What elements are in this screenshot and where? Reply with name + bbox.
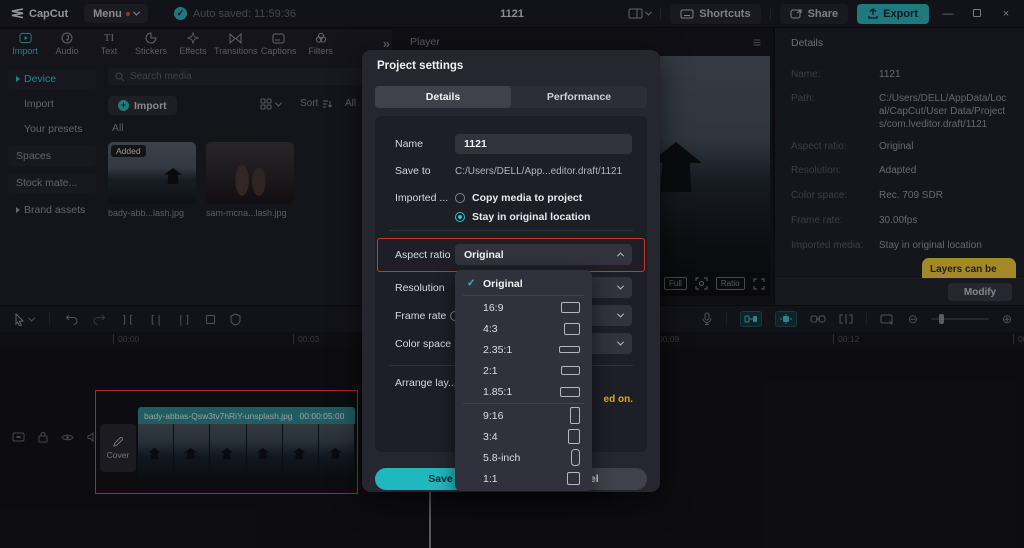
aspect-ratio-select[interactable]: Original bbox=[455, 244, 632, 265]
aspect-option-original[interactable]: ✓ Original bbox=[455, 273, 592, 294]
dialog-title: Project settings bbox=[377, 60, 463, 72]
save-to-value: C:/Users/DELL/App...editor.draft/1121 bbox=[455, 166, 622, 177]
radio-copy-label: Copy media to project bbox=[472, 192, 582, 204]
option-label: 4:3 bbox=[483, 323, 498, 335]
project-name-input[interactable] bbox=[455, 134, 632, 154]
ratio-4-3-icon bbox=[564, 323, 580, 335]
option-label: 2:1 bbox=[483, 365, 498, 377]
imported-label: Imported ... bbox=[395, 192, 448, 204]
check-icon: ✓ bbox=[467, 278, 483, 289]
name-label: Name bbox=[395, 138, 423, 150]
aspect-option-5-8-inch[interactable]: 5.8-inch bbox=[455, 447, 592, 468]
ratio-1-1-icon bbox=[567, 472, 580, 485]
radio-unselected-icon bbox=[455, 193, 465, 203]
aspect-ratio-label: Aspect ratio bbox=[395, 249, 450, 261]
aspect-option-4-3[interactable]: 4:3 bbox=[455, 318, 592, 339]
ratio-5-8-inch-icon bbox=[571, 449, 580, 466]
ratio-3-4-icon bbox=[568, 429, 580, 444]
aspect-ratio-dropdown: ✓ Original 16:9 4:3 2.35:1 2:1 1.85:1 9:… bbox=[455, 270, 592, 491]
tab-performance[interactable]: Performance bbox=[511, 86, 647, 108]
divider bbox=[463, 295, 584, 296]
aspect-option-3-4[interactable]: 3:4 bbox=[455, 426, 592, 447]
ratio-2-1-icon bbox=[561, 366, 580, 375]
option-label: 16:9 bbox=[483, 302, 503, 314]
chevron-down-icon bbox=[617, 283, 624, 290]
tab-details[interactable]: Details bbox=[375, 86, 511, 108]
free-layer-warning: ed on. bbox=[604, 394, 633, 405]
chevron-down-icon bbox=[617, 311, 624, 318]
resolution-label: Resolution bbox=[395, 282, 445, 294]
radio-stay-label: Stay in original location bbox=[472, 211, 590, 223]
ratio-9-16-icon bbox=[570, 407, 580, 424]
option-label: 9:16 bbox=[483, 410, 503, 422]
radio-copy-media[interactable]: Copy media to project bbox=[455, 192, 582, 204]
option-label: 3:4 bbox=[483, 431, 498, 443]
divider bbox=[463, 403, 584, 404]
chevron-down-icon bbox=[617, 339, 624, 346]
aspect-option-2-35-1[interactable]: 2.35:1 bbox=[455, 339, 592, 360]
option-label: Original bbox=[483, 278, 523, 290]
option-label: 1:1 bbox=[483, 473, 498, 485]
option-label: 1.85:1 bbox=[483, 386, 512, 398]
dialog-tabs: Details Performance bbox=[375, 86, 647, 108]
option-label: 5.8-inch bbox=[483, 452, 520, 464]
frame-rate-text: Frame rate bbox=[395, 310, 446, 322]
divider bbox=[389, 230, 633, 231]
ratio-2-35-1-icon bbox=[559, 346, 580, 353]
aspect-option-1-85-1[interactable]: 1.85:1 bbox=[455, 381, 592, 402]
ratio-16-9-icon bbox=[561, 302, 580, 313]
color-space-label: Color space bbox=[395, 338, 451, 350]
save-to-label: Save to bbox=[395, 165, 431, 177]
aspect-ratio-value: Original bbox=[464, 249, 504, 261]
aspect-option-16-9[interactable]: 16:9 bbox=[455, 297, 592, 318]
frame-rate-label: Frame rate i bbox=[395, 310, 460, 322]
aspect-option-1-1[interactable]: 1:1 bbox=[455, 468, 592, 489]
radio-selected-icon bbox=[455, 212, 465, 222]
aspect-option-2-1[interactable]: 2:1 bbox=[455, 360, 592, 381]
radio-stay-original[interactable]: Stay in original location bbox=[455, 211, 590, 223]
arrange-layers-label: Arrange lay... bbox=[395, 377, 457, 389]
aspect-option-9-16[interactable]: 9:16 bbox=[455, 405, 592, 426]
chevron-up-icon bbox=[617, 252, 624, 259]
ratio-1-85-1-icon bbox=[560, 387, 580, 397]
option-label: 2.35:1 bbox=[483, 344, 512, 356]
